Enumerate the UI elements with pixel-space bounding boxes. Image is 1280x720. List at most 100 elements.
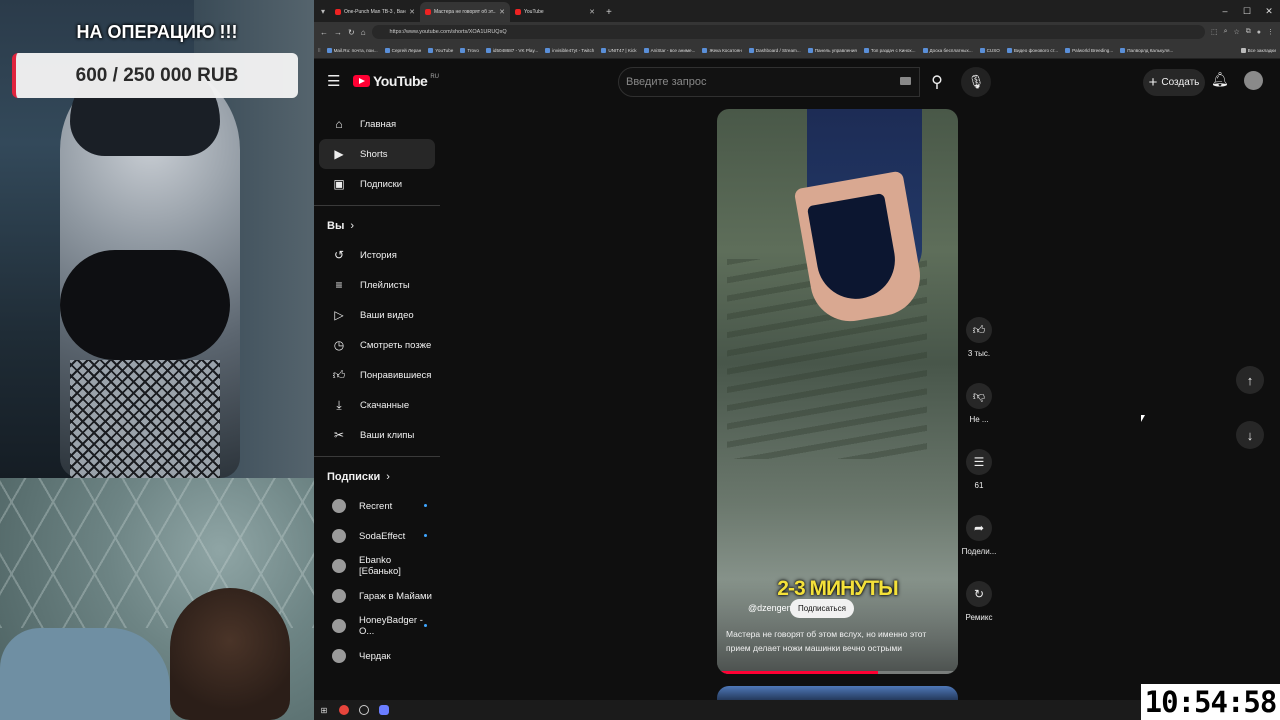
avatar[interactable] [1244, 71, 1263, 90]
subscription-item[interactable]: Ebanko [Ебанько] [319, 551, 435, 581]
url-field[interactable]: https://www.youtube.com/shorts/XOA1URUQs… [371, 25, 1205, 39]
notifications-icon[interactable]: 🔔︎ [1211, 71, 1229, 88]
short-video-player[interactable]: 2-3 МИНУТЫ @dzengen Подписаться Мастера … [717, 109, 958, 674]
tab-search-icon[interactable]: ▾ [316, 0, 330, 22]
comments-icon[interactable]: ☰ [966, 449, 992, 475]
profile-icon[interactable]: ● [1257, 29, 1261, 36]
tab-close-icon[interactable]: ✕ [499, 8, 505, 16]
bookmark-favicon-icon [428, 47, 434, 53]
bookmark-item[interactable]: Панель управления [807, 47, 857, 53]
close-icon[interactable]: ✕ [1258, 0, 1280, 22]
bookmark-item[interactable]: Dashboard / Stream... [748, 47, 801, 53]
youtube-logo[interactable]: YouTube RU [353, 73, 439, 89]
bookmark-item[interactable]: UNIT47 | Kick [601, 47, 637, 53]
sidebar-item-shorts[interactable]: ▶ Shorts [319, 139, 435, 169]
watch-later-icon: ◷ [333, 338, 345, 352]
next-short-preview[interactable] [717, 686, 958, 700]
your-videos-icon: ▷ [334, 308, 344, 322]
action-comments[interactable]: ☰ 61 [959, 449, 999, 515]
dislike-icon[interactable]: 👎︎ [966, 383, 992, 409]
previous-short-icon[interactable]: ↑ [1236, 366, 1264, 394]
bookmark-item[interactable]: AniStar - все аниме... [643, 47, 695, 53]
home-browser-icon[interactable]: ⌂ [361, 28, 366, 37]
subscriptions-section-header[interactable]: Подписки › [314, 463, 440, 491]
next-short-icon[interactable]: ↓ [1236, 421, 1264, 449]
bookmark-item[interactable]: Палворлд Калькуля... [1120, 47, 1173, 53]
subscribe-button[interactable]: Подписаться [790, 599, 854, 618]
like-icon[interactable]: 👍︎ [966, 317, 992, 343]
bookmark-item[interactable]: YouTube [428, 47, 453, 53]
short-progress-bar[interactable] [717, 671, 958, 674]
new-content-dot [424, 534, 427, 537]
action-remix[interactable]: ↻ Ремикс [959, 581, 999, 647]
minimize-icon[interactable]: – [1214, 0, 1236, 22]
tab-favicon-icon [425, 9, 431, 15]
sidebar-item-playlists[interactable]: ≡ Плейлисты [319, 270, 435, 300]
browser-tab[interactable]: Мастера не говорят об эт... ✕ [420, 2, 510, 22]
sidebar-item-watch-later[interactable]: ◷ Смотреть позже [319, 330, 435, 360]
bookmark-item[interactable]: Trovo [460, 47, 479, 53]
bookmark-star-icon[interactable]: ☆ [1233, 28, 1239, 36]
app-icon[interactable] [379, 705, 389, 715]
youtube-page: ☰ YouTube RU Введите запрос ⚲ 🎙︎ + Созда… [314, 59, 1280, 700]
search-icon[interactable]: ⚲ [920, 67, 954, 97]
browser-menu-icon[interactable]: ⋮ [1267, 28, 1274, 36]
bookmark-item[interactable]: Видео фонового ст... [1006, 47, 1058, 53]
windows-start-icon[interactable]: ⊞ [319, 705, 329, 715]
action-dislike[interactable]: 👎︎ Не ... [959, 383, 999, 449]
bookmark-item[interactable]: id5048687 - VK Play... [485, 47, 538, 53]
new-tab-button[interactable]: + [600, 2, 618, 22]
bookmark-favicon-icon [384, 47, 390, 53]
webcam-feed [0, 478, 314, 720]
browser-tab[interactable]: One-Punch Man TB-3 , Ван Па...✕ [330, 2, 420, 22]
subscription-item[interactable]: SodaEffect [319, 521, 435, 551]
subscription-item[interactable]: Гараж в Майами [319, 581, 435, 611]
menu-icon[interactable]: ☰ [327, 72, 340, 90]
back-icon[interactable]: ← [320, 28, 328, 37]
keyboard-icon[interactable] [900, 77, 911, 85]
sidebar-item-history[interactable]: ↺ История [319, 240, 435, 270]
bookmark-item[interactable]: CUSO [979, 47, 1000, 53]
channel-avatar [332, 589, 346, 603]
bookmark-item[interactable]: Жека Косатоян [702, 47, 742, 53]
subscription-item[interactable]: HoneyBadger - O... [319, 611, 435, 641]
browser-tab[interactable]: YouTube ✕ [510, 2, 600, 22]
sidebar-item-liked[interactable]: 👍︎ Понравившиеся [319, 360, 435, 390]
tab-close-icon[interactable]: ✕ [409, 8, 415, 16]
sidebar-item-subscriptions[interactable]: ▣ Подписки [319, 169, 435, 199]
search-input[interactable]: Введите запрос [618, 67, 920, 97]
bookmark-favicon-icon [748, 47, 754, 53]
tab-close-icon[interactable]: ✕ [589, 8, 595, 16]
reload-icon[interactable]: ↻ [348, 28, 355, 37]
sidebar-item-home[interactable]: ⌂ Главная [319, 109, 435, 139]
forward-icon[interactable]: → [334, 28, 342, 37]
maximize-icon[interactable]: ☐ [1236, 0, 1258, 22]
bookmark-item[interactable]: Доска бесплатных... [922, 47, 973, 53]
sidebar-item-your-videos[interactable]: ▷ Ваши видео [319, 300, 435, 330]
bookmark-item[interactable]: Mail.Ru: почта, пои... [326, 47, 378, 53]
create-button[interactable]: + Создать [1143, 69, 1205, 96]
sidebar-item-clips[interactable]: ✂ Ваши клипы [319, 420, 435, 450]
zoom-icon[interactable]: ⌕ [1224, 28, 1228, 36]
bookmark-item[interactable]: Сергей Леран [384, 47, 421, 53]
bookmark-item[interactable]: invisible47yt - Twitch [545, 47, 594, 53]
apps-icon[interactable]: ⁞⁞ [318, 48, 321, 53]
you-section-header[interactable]: Вы › [314, 212, 440, 240]
bookmark-item[interactable]: Топ раздач с Кинох... [863, 47, 916, 53]
sidebar-item-downloads[interactable]: ⤓ Скачанные [319, 390, 435, 420]
subscription-item[interactable]: Recrent [319, 491, 435, 521]
short-channel-name[interactable]: @dzengen [748, 603, 792, 613]
remix-icon[interactable]: ↻ [966, 581, 992, 607]
subscription-item[interactable]: Чердак [319, 641, 435, 671]
install-icon[interactable]: ⬚ [1211, 28, 1218, 36]
extensions-icon[interactable]: ⧉ [1246, 28, 1251, 36]
all-bookmarks[interactable]: Все закладки [1240, 47, 1276, 53]
chrome-icon[interactable] [339, 705, 349, 715]
share-icon[interactable]: ➦ [966, 515, 992, 541]
action-like[interactable]: 👍︎ 3 тыс. [959, 317, 999, 383]
bookmark-item[interactable]: Palworld Breeding... [1065, 47, 1113, 53]
action-share[interactable]: ➦ Подели... [959, 515, 999, 581]
obs-icon[interactable] [359, 705, 369, 715]
microphone-icon[interactable]: 🎙︎ [961, 67, 991, 97]
bookmark-favicon-icon [863, 47, 869, 53]
